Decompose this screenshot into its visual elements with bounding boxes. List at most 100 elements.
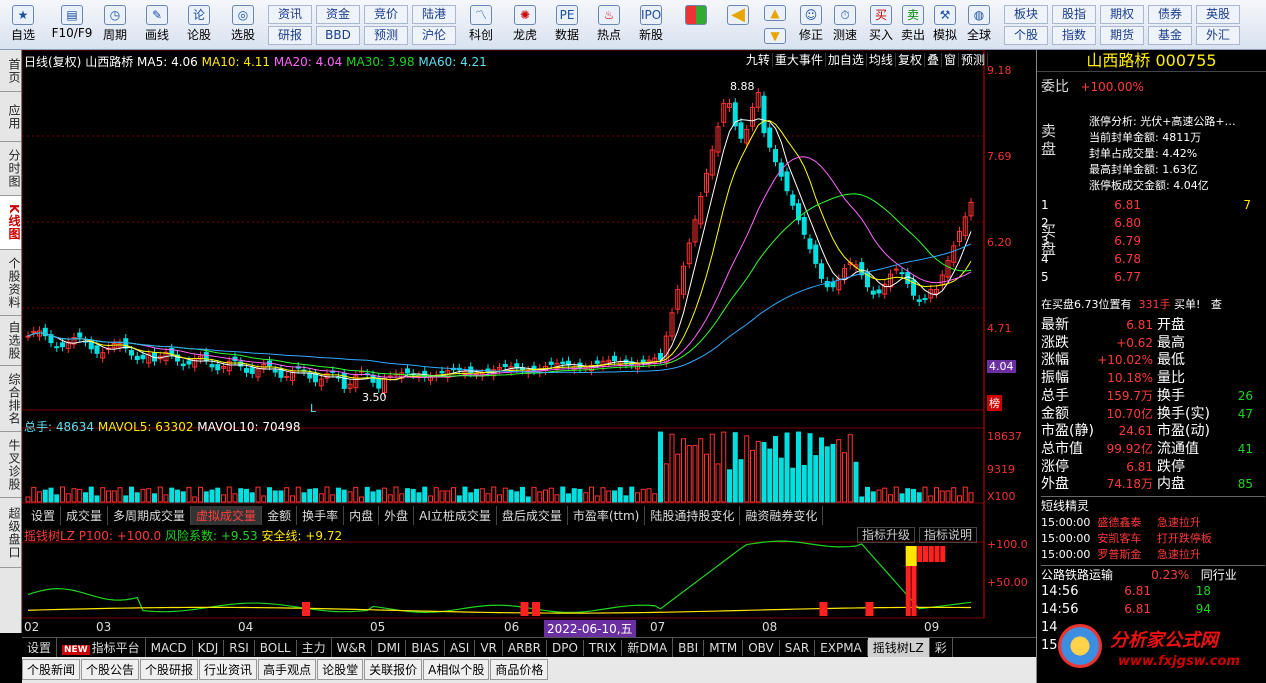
btab-dpo[interactable]: DPO [547,640,584,656]
btab-main-force[interactable]: 主力 [297,638,332,657]
favorites-button[interactable]: ★ 自选 [2,3,44,47]
genie-item[interactable]: 15:00:00 盛德鑫泰 急速拉升 [1041,514,1201,530]
btab-obv[interactable]: OBV [743,640,780,656]
index-button[interactable]: 指数 [1052,26,1096,45]
sector-row[interactable]: 公路铁路运输 0.23% 同行业 [1041,565,1265,583]
adjust-button[interactable]: 复权 [895,53,925,67]
btab-macd[interactable]: MACD [146,640,193,656]
discuss-button[interactable]: 论论股 [178,3,220,47]
btab-vr[interactable]: VR [475,640,503,656]
subtab-margin[interactable]: 融资融券变化 [740,506,824,525]
subtab-hk-holdings[interactable]: 陆股通持股变化 [645,506,741,525]
back-button[interactable]: ◀ [718,3,758,47]
btab-rsi[interactable]: RSI [224,640,255,656]
sector-button[interactable]: 板块 [1004,5,1048,24]
down-button[interactable]: ▼ [760,26,790,48]
indicator-upgrade-button[interactable]: 指标升级 [857,527,916,543]
subtab-pe-ttm[interactable]: 市盈率(ttm) [568,506,646,525]
f10-button[interactable]: ▤ F10/F9 [48,3,96,47]
subtab-inner[interactable]: 内盘 [344,506,380,525]
btab-color[interactable]: 彩 [930,638,953,657]
tab-ranking[interactable]: 综合排名 [0,366,21,432]
subtab-multi-volume[interactable]: 多周期成交量 [108,506,192,525]
indicator-help-button[interactable]: 指标说明 [919,527,978,543]
funds-button[interactable]: 资金 [316,5,360,24]
kline-chart-area[interactable]: 日线(复权) 山西路桥 MA5: 4.06 MA10: 4.11 MA20: 4… [22,50,1036,637]
tab-apps[interactable]: 应用 [0,92,21,142]
analysis-title[interactable]: 涨停分析: 光伏+高速公路+… [1089,114,1236,130]
link-stock-news[interactable]: 个股新闻 [22,659,81,680]
buy-level-3[interactable]: 3 6.79 [1041,234,1251,248]
tab-home[interactable]: 首页 [0,50,21,92]
link-expert-views[interactable]: 高手观点 [258,659,317,680]
btab-platform[interactable]: NEW 指标平台 [57,638,146,657]
kline-chart-canvas[interactable] [22,50,1036,636]
uk-stock-button[interactable]: 英股 [1196,5,1240,24]
tab-profile[interactable]: 个股资料 [0,250,21,316]
link-stock-research[interactable]: 个股研报 [140,659,199,680]
link-similar-stocks[interactable]: A相似个股 [423,659,490,680]
overlay-button[interactable]: 叠 [924,53,942,67]
major-events-button[interactable]: 重大事件 [772,53,826,67]
link-stock-announcement[interactable]: 个股公告 [81,659,140,680]
btab-trix[interactable]: TRIX [584,640,623,656]
subtab-amount[interactable]: 金额 [262,506,298,525]
stock-picker-button[interactable]: ◎ 选股 [222,3,264,47]
hk-connect-button[interactable]: 陆港 [412,5,456,24]
buy-level-2[interactable]: 2 6.80 [1041,216,1251,230]
data-button[interactable]: PE 数据 [546,3,588,47]
btab-wr[interactable]: W&R [332,640,373,656]
draw-line-button[interactable]: ✎ 画线 [136,3,178,47]
research-button[interactable]: 研报 [268,26,312,45]
single-stock-button[interactable]: 个股 [1004,26,1048,45]
dragon-tiger-button[interactable]: ✺ 龙虎 [504,3,546,47]
btab-expma[interactable]: EXPMA [815,640,868,656]
bond-button[interactable]: 债券 [1148,5,1192,24]
rank-flag[interactable]: 榜 [987,395,1002,411]
bbd-button[interactable]: BBD [316,26,360,45]
btab-bias[interactable]: BIAS [406,640,445,656]
btab-mtm[interactable]: MTM [704,640,744,656]
predict-button[interactable]: 预测 [958,53,988,67]
same-industry-link[interactable]: 同行业 [1201,568,1237,582]
buy-level-4[interactable]: 4 6.78 [1041,252,1251,266]
global-button[interactable]: ◍ 全球 [958,3,1000,47]
btab-money-tree[interactable]: 摇钱树LZ [867,638,930,657]
genie-item[interactable]: 15:00:00 罗普斯金 急速拉升 [1041,546,1201,562]
btab-settings[interactable]: 设置 [22,638,58,657]
star-market-button[interactable]: 〽科创 [460,3,502,47]
forecast-button[interactable]: 预测 [364,26,408,45]
period-button[interactable]: ◷ 周期 [94,3,136,47]
subtab-outer[interactable]: 外盘 [379,506,415,525]
subtab-after-hours[interactable]: 盘后成交量 [497,506,568,525]
btab-bbi[interactable]: BBI [673,640,705,656]
subtab-volume[interactable]: 成交量 [61,506,109,525]
btab-dmi[interactable]: DMI [372,640,407,656]
buy-level-5[interactable]: 5 6.77 [1041,270,1251,284]
nine-turn-button[interactable]: 九转 [743,53,773,67]
shanghai-london-button[interactable]: 沪伦 [412,26,456,45]
tab-watchlist[interactable]: 自选股 [0,316,21,366]
stock-index-button[interactable]: 股指 [1052,5,1096,24]
btab-sar[interactable]: SAR [780,640,816,656]
options-button[interactable]: 期权 [1100,5,1144,24]
link-commodity-prices[interactable]: 商品价格 [490,659,549,680]
tab-kline[interactable]: K线图 [0,196,21,250]
tab-intraday[interactable]: 分时图 [0,142,21,196]
auction-button[interactable]: 竞价 [364,5,408,24]
link-related-quotes[interactable]: 关联报价 [364,659,423,680]
btab-arbr[interactable]: ARBR [503,640,547,656]
btab-boll[interactable]: BOLL [255,640,297,656]
btab-kdj[interactable]: KDJ [193,640,225,656]
subtab-ai-volume[interactable]: AI立桩成交量 [414,506,497,525]
news-button[interactable]: 资讯 [268,5,312,24]
link-industry-news[interactable]: 行业资讯 [199,659,258,680]
fund-button[interactable]: 基金 [1148,26,1192,45]
ipo-button[interactable]: IPO 新股 [630,3,672,47]
hotspot-button[interactable]: ♨ 热点 [588,3,630,47]
futures-button[interactable]: 期货 [1100,26,1144,45]
ma-button[interactable]: 均线 [866,53,896,67]
link-forum[interactable]: 论股堂 [317,659,364,680]
buy-note-query-button[interactable]: 查 [1211,298,1222,311]
subtab-turnover[interactable]: 换手率 [297,506,345,525]
